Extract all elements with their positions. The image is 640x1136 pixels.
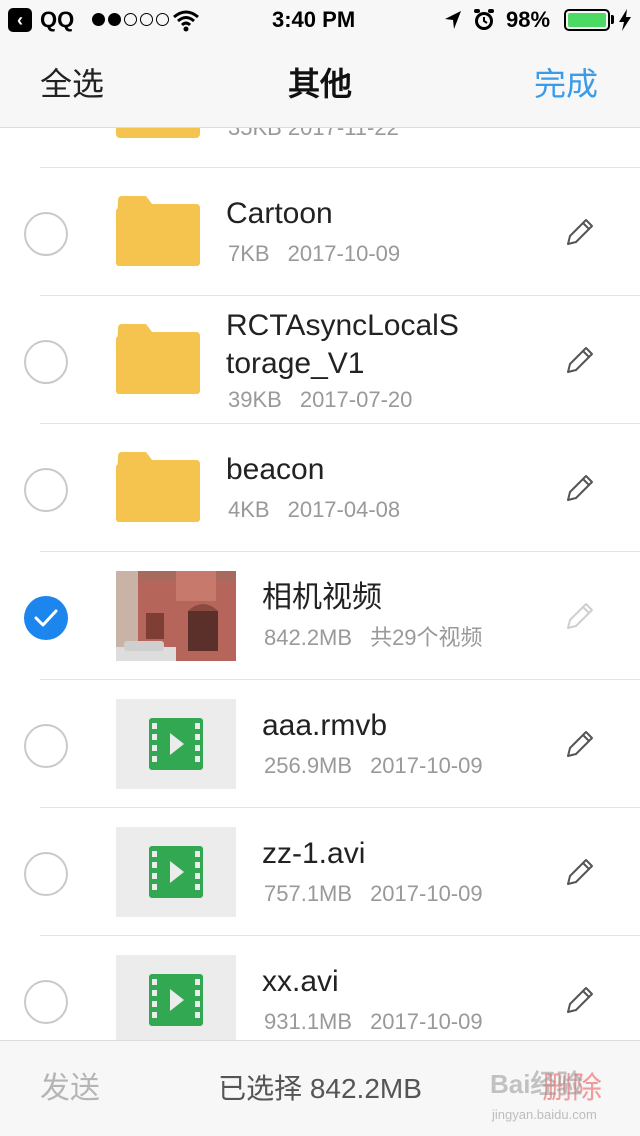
wifi-icon (173, 10, 199, 32)
file-name: xx.avi (262, 965, 339, 998)
list-item[interactable]: zz-1.avi 757.1MB 2017-10-09 (0, 808, 640, 936)
file-meta: 256.9MB 2017-10-09 (264, 752, 483, 780)
file-size: 256.9MB (264, 753, 353, 778)
select-checkbox[interactable] (24, 212, 68, 256)
watermark-url: jingyan.baidu.com (492, 1107, 597, 1122)
pencil-edit-icon[interactable] (562, 470, 598, 506)
file-meta: 4KB 2017-04-08 (228, 496, 400, 524)
file-date: 2017-10-09 (370, 881, 483, 906)
alarm-icon (474, 9, 494, 30)
back-app-label[interactable]: QQ (40, 6, 74, 34)
file-name: zz-1.avi (262, 837, 366, 870)
pencil-edit-icon[interactable] (562, 214, 598, 250)
list-item[interactable]: beacon 4KB 2017-04-08 (0, 424, 640, 552)
battery-icon (564, 9, 610, 31)
video-file-icon (149, 974, 203, 1026)
select-checkbox[interactable] (24, 852, 68, 896)
file-name-line2: torage_V1 (226, 347, 365, 380)
video-thumbnail (116, 955, 236, 1040)
file-meta: 39KB 2017-07-20 (228, 386, 412, 414)
file-meta: 7KB 2017-10-09 (228, 240, 400, 268)
list-item[interactable]: 相机视频 842.2MB 共29个视频 (0, 552, 640, 680)
file-name-line1: RCTAsyncLocalS (226, 309, 459, 342)
pencil-edit-icon[interactable] (562, 854, 598, 890)
folder-icon (116, 196, 200, 266)
video-thumbnail (116, 827, 236, 917)
file-date: 2017-10-09 (370, 753, 483, 778)
file-name: aaa.rmvb (262, 709, 388, 742)
select-checkbox[interactable] (24, 468, 68, 512)
battery-tip (611, 15, 614, 24)
video-count: 共29个视频 (370, 625, 483, 650)
file-meta: 757.1MB 2017-10-09 (264, 880, 483, 908)
file-size: 39KB (228, 387, 282, 412)
video-file-icon (149, 718, 203, 770)
file-size: 7KB (228, 241, 270, 266)
charging-bolt-icon (619, 9, 631, 31)
video-thumbnail (116, 699, 236, 789)
list-item[interactable]: 35KB 2017-11-22 (0, 128, 640, 168)
file-date: 2017-04-08 (287, 497, 401, 522)
file-name: 相机视频 (262, 581, 382, 614)
file-date: 2017-10-09 (287, 241, 401, 266)
file-size: 757.1MB (264, 881, 353, 906)
back-arrow-icon[interactable]: ‹ (8, 8, 32, 32)
status-time: 3:40 PM (272, 7, 356, 32)
pencil-edit-icon[interactable] (562, 726, 598, 762)
pencil-edit-icon (567, 603, 593, 629)
file-name: Cartoon (226, 197, 333, 230)
file-meta: 842.2MB 共29个视频 (264, 624, 483, 652)
list-item[interactable]: xx.avi 931.1MB 2017-10-09 (0, 936, 640, 1040)
bottom-action-bar: 发送 已选择 842.2MB 删除 Bai经验 jingyan.baidu.co… (0, 1040, 640, 1136)
photo-thumbnail (116, 571, 236, 661)
file-list[interactable]: 35KB 2017-11-22 Cartoon 7KB 2017-10-09 RC… (0, 128, 640, 1040)
file-size: 931.1MB (264, 1009, 353, 1034)
file-date: 2017-10-09 (370, 1009, 483, 1034)
location-arrow-icon (445, 11, 461, 29)
battery-percent: 98% (506, 7, 551, 32)
navigation-bar: 全选 其他 完成 (0, 40, 640, 128)
file-size: 842.2MB (264, 625, 353, 650)
watermark-logo: Bai经验 (490, 1069, 583, 1099)
file-meta: 35KB 2017-11-22 (228, 128, 399, 142)
done-button[interactable]: 完成 (534, 64, 598, 104)
video-file-icon (149, 846, 203, 898)
signal-strength-icon (92, 13, 169, 26)
select-checkbox-checked[interactable] (24, 596, 68, 640)
folder-icon (116, 324, 200, 394)
list-item[interactable]: Cartoon 7KB 2017-10-09 (0, 168, 640, 296)
file-name: beacon (226, 453, 325, 486)
status-bar: ‹ QQ 3:40 PM 98% (0, 0, 640, 40)
select-checkbox[interactable] (24, 980, 68, 1024)
select-checkbox[interactable] (24, 724, 68, 768)
file-meta: 931.1MB 2017-10-09 (264, 1008, 483, 1036)
folder-icon (116, 452, 200, 522)
list-item[interactable]: RCTAsyncLocalS torage_V1 39KB 2017-07-20 (0, 296, 640, 424)
folder-icon (116, 128, 200, 138)
select-checkbox[interactable] (24, 340, 68, 384)
checkmark-icon (34, 609, 58, 627)
list-item[interactable]: aaa.rmvb 256.9MB 2017-10-09 (0, 680, 640, 808)
pencil-edit-icon[interactable] (562, 342, 598, 378)
file-date: 2017-07-20 (299, 387, 413, 412)
pencil-edit-icon[interactable] (562, 982, 598, 1018)
file-size: 4KB (228, 497, 270, 522)
